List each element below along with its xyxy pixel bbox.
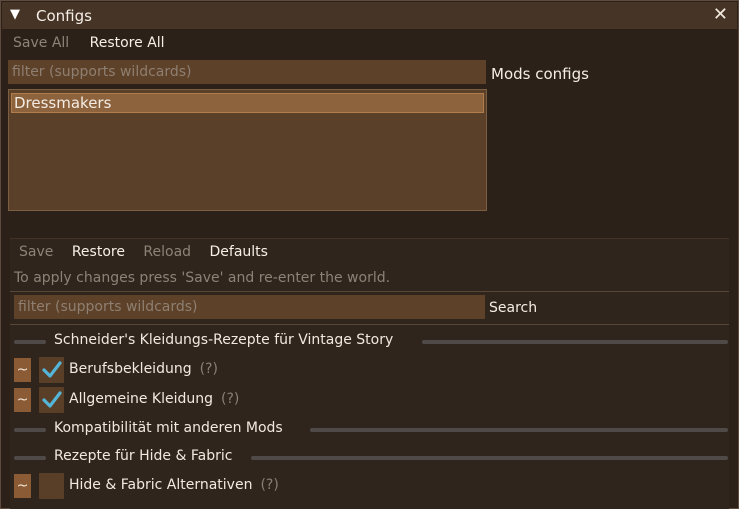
help-icon[interactable]: (?) [260, 477, 278, 493]
section-header: Schneider's Kleidungs-Rezepte für Vintag… [14, 332, 729, 350]
divider [10, 324, 729, 325]
defaults-button[interactable]: Defaults [210, 244, 268, 260]
section-rule-left [14, 428, 46, 432]
checkbox[interactable] [39, 473, 64, 499]
save-button[interactable]: Save [19, 244, 53, 260]
chevron-down-icon[interactable]: ▼ [10, 8, 24, 22]
checkbox[interactable] [39, 387, 64, 413]
reset-button[interactable]: ~ [14, 358, 31, 382]
checkmark-icon [42, 361, 62, 378]
apply-hint-text: To apply changes press 'Save' and re-ent… [14, 270, 391, 286]
mods-configs-label: Mods configs [491, 65, 589, 83]
checkmark-icon [42, 391, 62, 408]
title-bar[interactable]: ▼ Configs ✕ [2, 2, 737, 30]
section-rule-left [14, 340, 46, 344]
mods-list[interactable]: Dressmakers [8, 89, 487, 211]
section-rule-left [14, 456, 46, 460]
config-row: ~ Hide & Fabric Alternativen (?) [14, 473, 314, 499]
reset-button[interactable]: ~ [14, 474, 31, 498]
section-title: Schneider's Kleidungs-Rezepte für Vintag… [54, 332, 394, 348]
mods-filter-input[interactable]: filter (supports wildcards) [8, 60, 486, 84]
help-icon[interactable]: (?) [221, 391, 239, 407]
section-title: Rezepte für Hide & Fabric [54, 448, 233, 464]
section-header: Kompatibilität mit anderen Mods [14, 420, 729, 438]
section-rule-right [251, 456, 728, 460]
divider [10, 291, 729, 292]
help-icon[interactable]: (?) [200, 361, 218, 377]
config-row: ~ Allgemeine Kleidung (?) [14, 387, 314, 413]
config-label: Berufsbekleidung (?) [69, 361, 218, 377]
restore-button[interactable]: Restore [72, 244, 125, 260]
reset-button[interactable]: ~ [14, 388, 31, 412]
config-label: Hide & Fabric Alternativen (?) [69, 477, 279, 493]
window-title: Configs [36, 7, 92, 25]
list-item[interactable]: Dressmakers [11, 93, 484, 113]
config-filter-input[interactable]: filter (supports wildcards) [14, 295, 485, 319]
section-rule-right [422, 340, 728, 344]
checkbox[interactable] [39, 357, 64, 383]
global-toolbar: Save All Restore All [13, 35, 181, 55]
configs-window: ▼ Configs ✕ Save All Restore All filter … [0, 0, 739, 509]
restore-all-button[interactable]: Restore All [90, 35, 165, 51]
config-label: Allgemeine Kleidung (?) [69, 391, 240, 407]
close-icon[interactable]: ✕ [713, 6, 728, 24]
section-header: Rezepte für Hide & Fabric [14, 448, 729, 466]
mod-toolbar: Save Restore Reload Defaults [19, 244, 282, 260]
search-label: Search [489, 300, 538, 316]
section-title: Kompatibilität mit anderen Mods [54, 420, 283, 436]
save-all-button[interactable]: Save All [13, 35, 69, 51]
config-row: ~ Berufsbekleidung (?) [14, 357, 314, 383]
reload-button[interactable]: Reload [143, 244, 191, 260]
section-rule-right [310, 428, 728, 432]
